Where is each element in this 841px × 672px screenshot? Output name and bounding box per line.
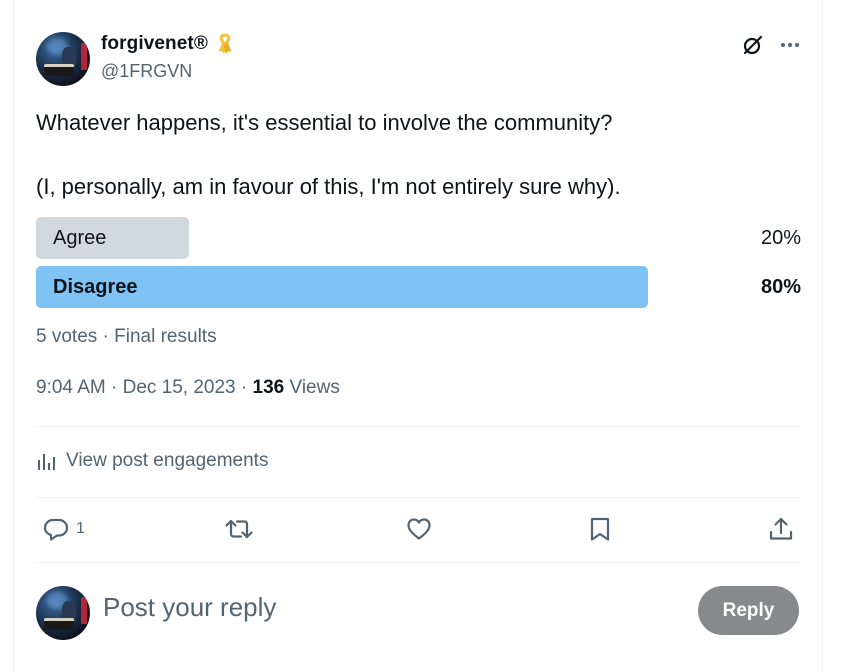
view-engagements-label: View post engagements [66, 450, 269, 471]
reply-button[interactable]: 1 [42, 512, 85, 546]
divider [36, 562, 801, 563]
more-icon[interactable] [778, 33, 802, 57]
poll-option-label: Disagree [53, 276, 138, 298]
poll-option-agree: Agree 20% [36, 217, 801, 259]
poll-option-label: Agree [53, 227, 107, 249]
views-label: Views [289, 377, 340, 398]
ribbon-icon [218, 33, 232, 54]
post-timestamp-line: 9:04 AM · Dec 15, 2023 · 136 Views [36, 377, 340, 399]
author-name-text: forgivenet® [101, 33, 208, 54]
view-engagements-link[interactable]: View post engagements [36, 448, 268, 474]
repost-icon [225, 519, 253, 539]
share-icon [769, 517, 793, 540]
reply-input[interactable]: Post your reply [103, 592, 276, 623]
views-count: 136 [252, 377, 285, 398]
poll-option-percent: 80% [760, 276, 801, 298]
repost-button[interactable] [224, 512, 254, 546]
post-timestamp[interactable]: 9:04 AM · Dec 15, 2023 [36, 377, 236, 398]
author-handle[interactable]: @1FRGVN [101, 61, 192, 82]
divider [36, 497, 801, 498]
bookmark-icon [590, 517, 610, 541]
poll-option-disagree: Disagree 80% [36, 266, 801, 308]
post-detail-frame: forgivenet® @1FRGVN Whatever happens, it… [13, 0, 823, 672]
post-text-line-2: (I, personally, am in favour of this, I'… [36, 174, 621, 199]
reply-icon [43, 518, 69, 541]
bookmark-button[interactable] [587, 512, 613, 546]
reply-submit-button[interactable]: Reply [698, 586, 799, 635]
author-display-name[interactable]: forgivenet® [101, 33, 234, 55]
author-avatar[interactable] [36, 32, 90, 86]
heart-icon [407, 518, 431, 540]
current-user-avatar[interactable] [36, 586, 90, 640]
like-button[interactable] [405, 512, 433, 546]
share-button[interactable] [767, 512, 795, 546]
bar-chart-icon [38, 454, 55, 470]
post-text-line-1: Whatever happens, it's essential to invo… [36, 110, 613, 135]
divider [36, 426, 801, 427]
post-action-bar: 1 [36, 512, 801, 546]
grok-icon[interactable] [741, 33, 765, 57]
post-text: Whatever happens, it's essential to invo… [36, 107, 806, 203]
separator: · [235, 377, 253, 398]
poll-option-percent: 20% [760, 227, 801, 249]
poll-meta: 5 votes · Final results [36, 326, 217, 347]
reply-count: 1 [76, 520, 85, 537]
